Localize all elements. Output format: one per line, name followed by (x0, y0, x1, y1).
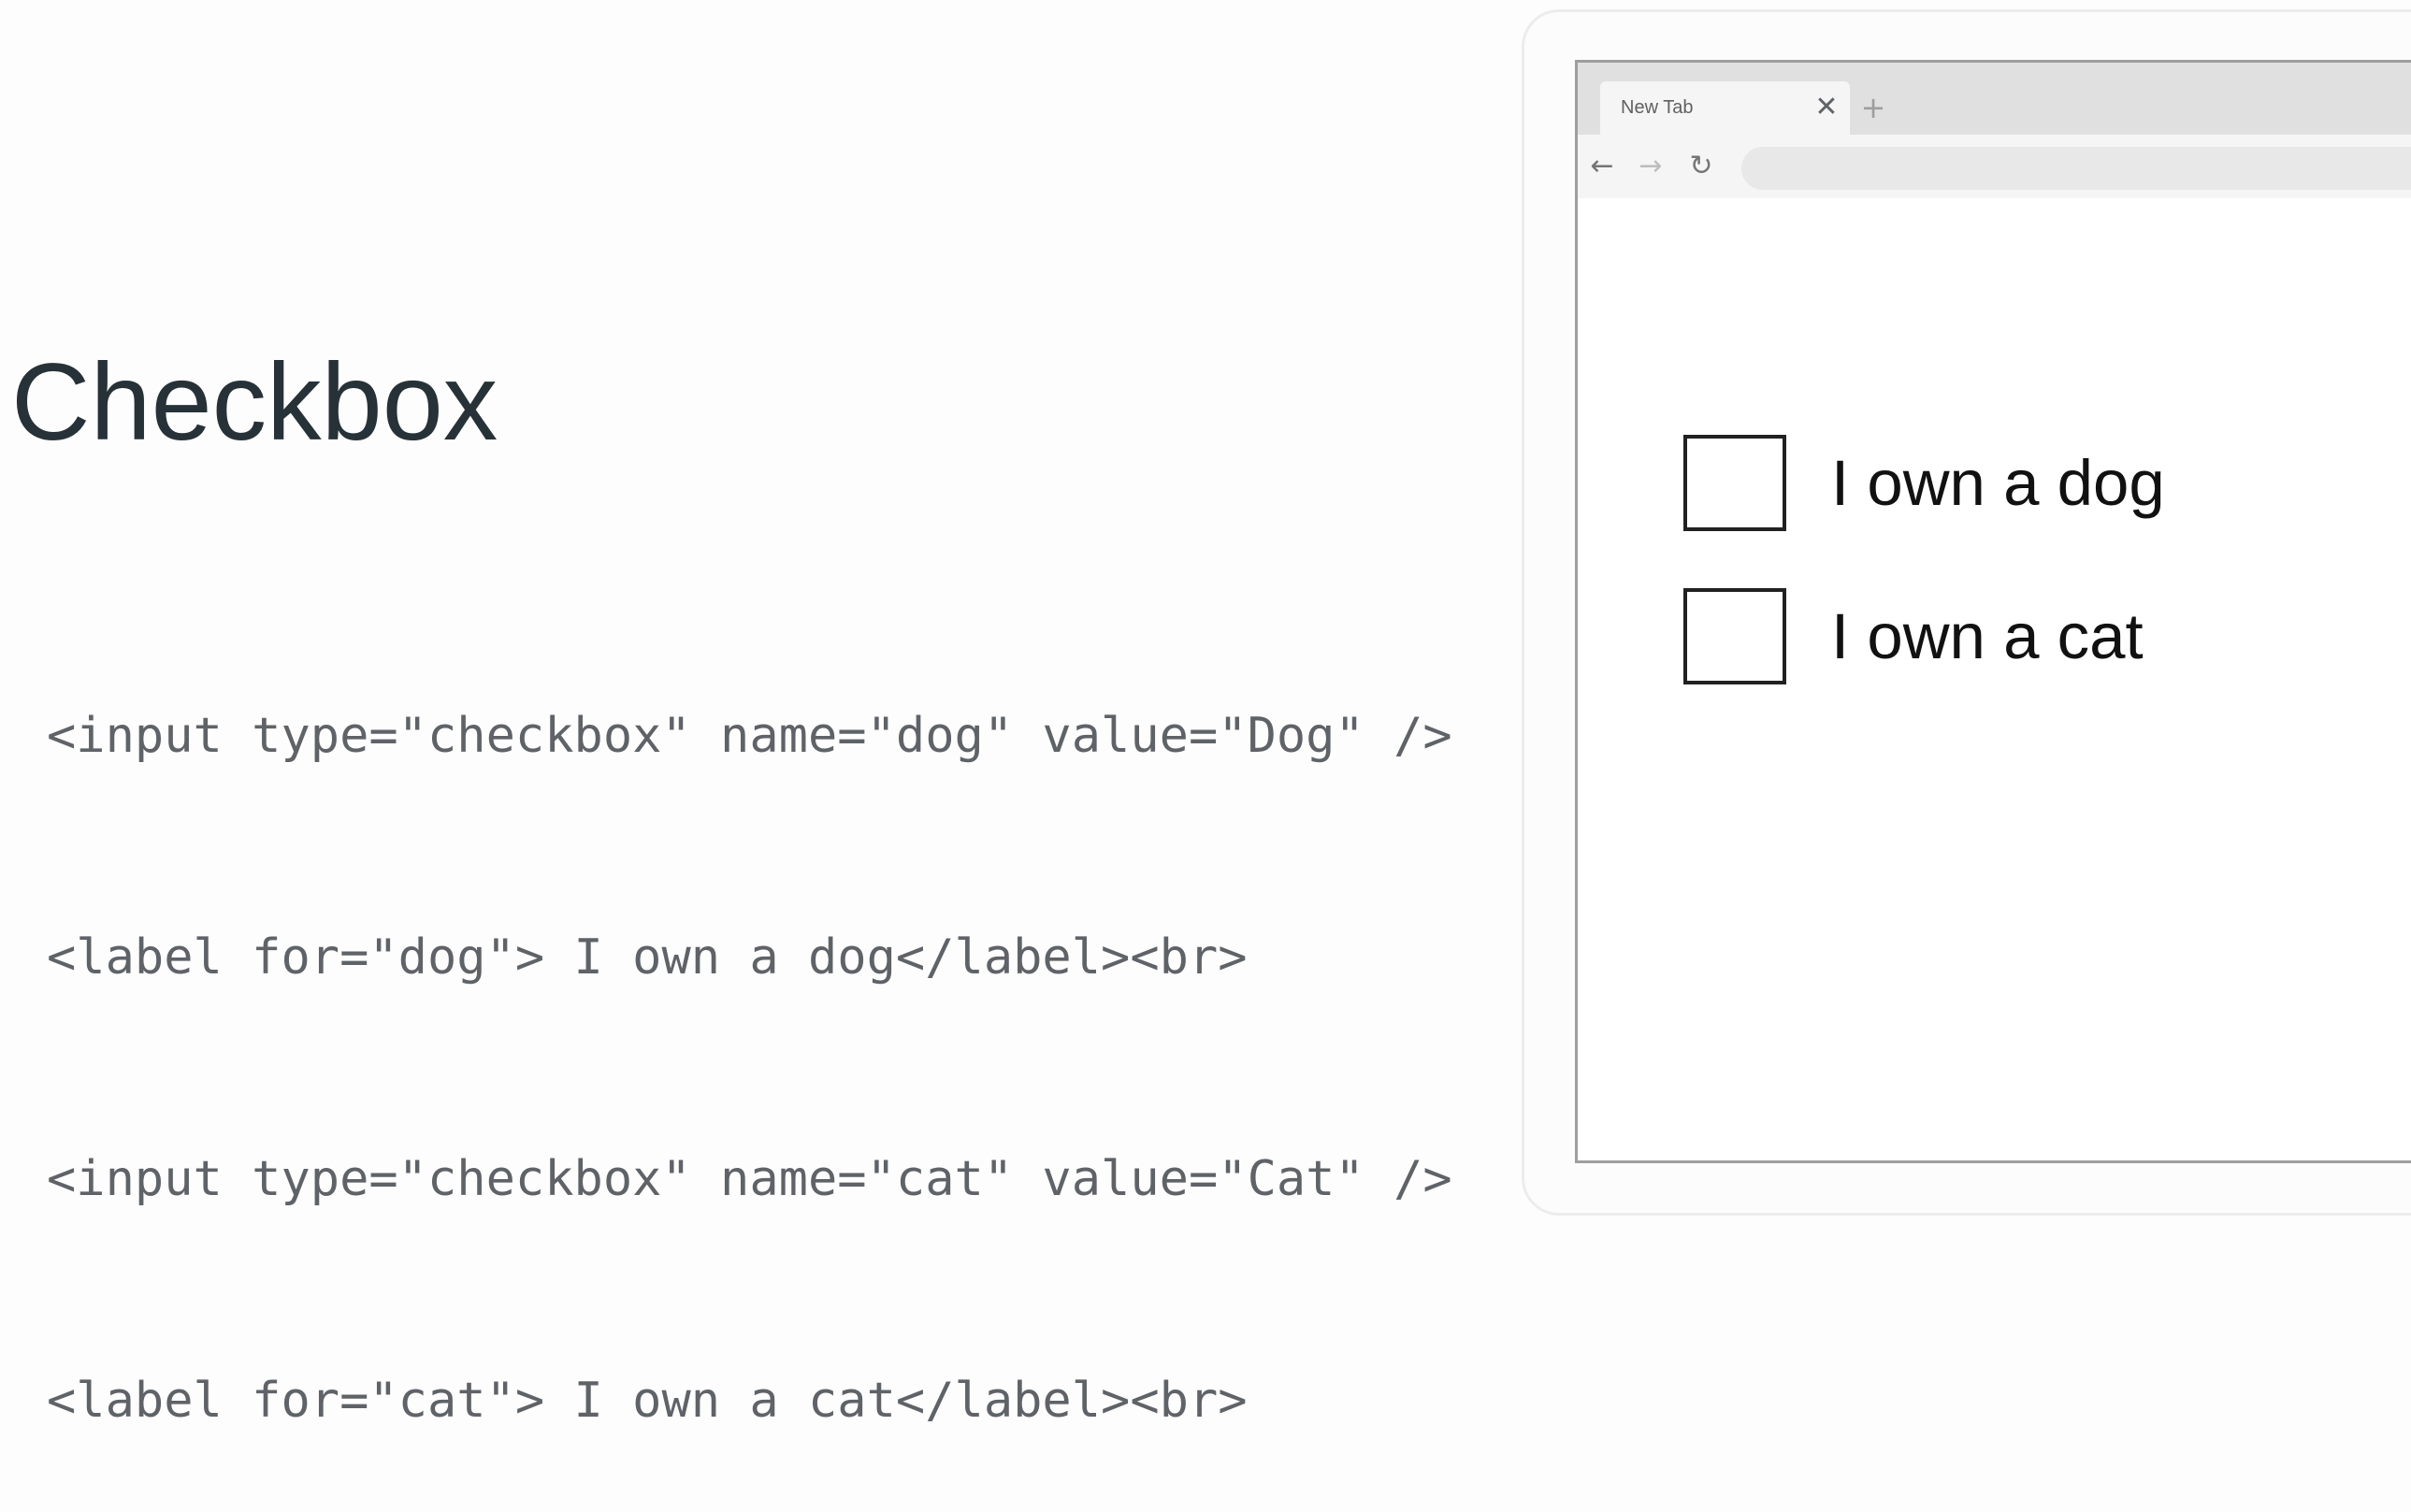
page-content: I own a dog I own a cat (1578, 198, 2411, 1160)
code-line: <input type="checkbox" name="dog" value=… (47, 708, 1452, 764)
reload-icon[interactable]: ↻ (1682, 148, 1720, 185)
slide-title: Checkbox (11, 340, 498, 463)
code-line: <label for="dog"> I own a dog</label><br… (47, 929, 1248, 986)
tab-title: New Tab (1621, 97, 1694, 118)
close-icon[interactable]: ✕ (1810, 91, 1843, 124)
browser-toolbar: ← → ↻ (1578, 135, 2411, 198)
checkbox-cat[interactable] (1683, 588, 1786, 684)
checkbox-row-cat[interactable]: I own a cat (1683, 583, 2144, 689)
browser-window: New Tab ✕ + ← → ↻ I own a dog I own a ca… (1575, 60, 2411, 1163)
arrow-right-icon[interactable]: → (1632, 148, 1669, 185)
checkbox-row-dog[interactable]: I own a dog (1683, 430, 2165, 536)
code-sample: <input type="checkbox" name="dog" value=… (47, 552, 1452, 1512)
checkbox-dog[interactable] (1683, 435, 1786, 531)
code-line: <input type="checkbox" name="cat" value=… (47, 1151, 1452, 1207)
checkbox-label-dog[interactable]: I own a dog (1831, 446, 2165, 520)
checkbox-label-cat[interactable]: I own a cat (1831, 599, 2144, 673)
address-bar[interactable] (1741, 147, 2411, 190)
plus-icon[interactable]: + (1856, 91, 1890, 124)
tab-new-tab[interactable]: New Tab ✕ (1600, 81, 1850, 135)
arrow-left-icon[interactable]: ← (1583, 148, 1621, 185)
code-line: <label for="cat"> I own a cat</label><br… (47, 1373, 1248, 1429)
tab-strip: New Tab ✕ + (1578, 63, 2411, 135)
